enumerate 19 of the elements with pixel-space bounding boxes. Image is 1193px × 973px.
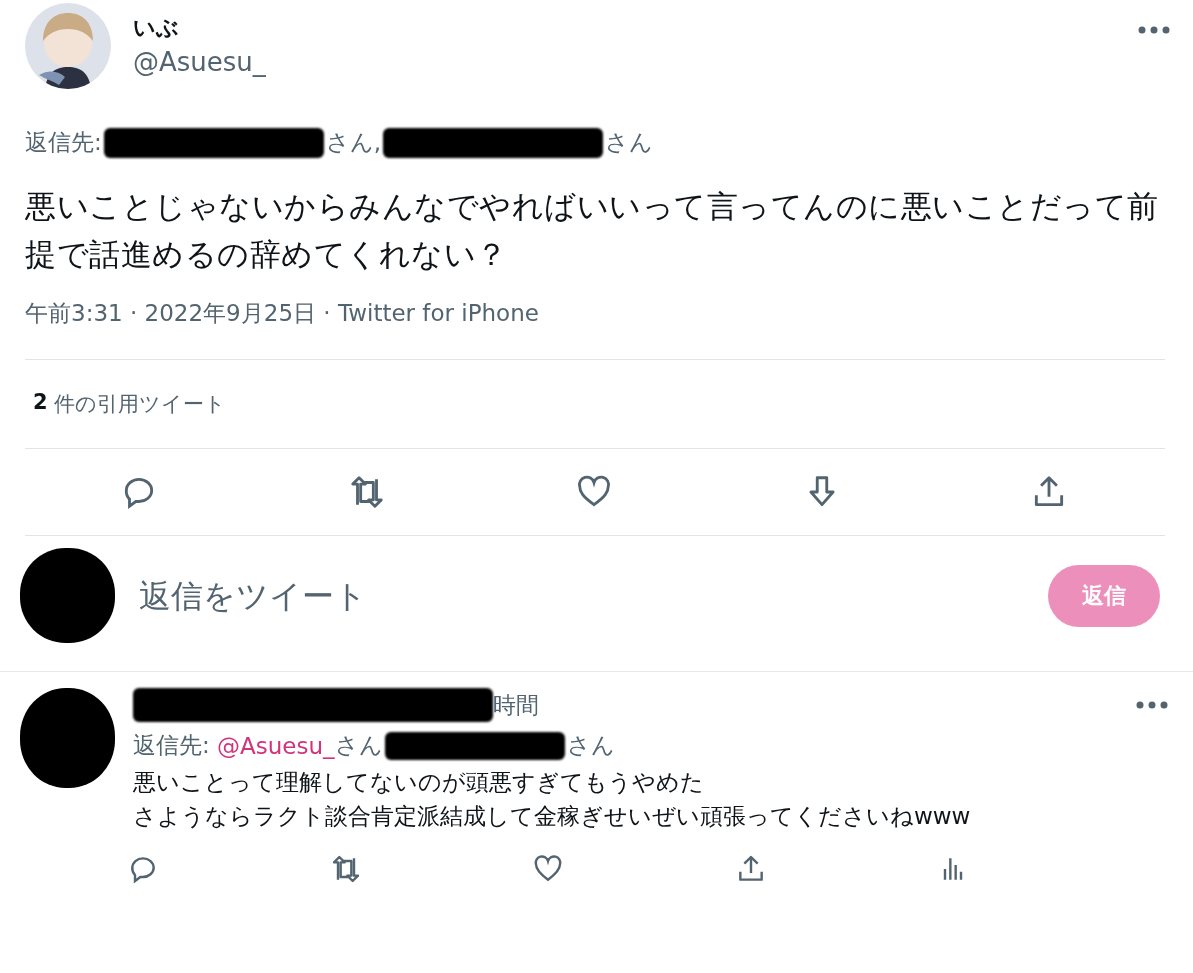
reply-to-label: 返信先: [133,731,211,760]
user-handle: @Asuesu_ [133,47,266,77]
mention-link[interactable]: @Asuesu_ [217,732,335,759]
reply-to-label: 返信先: [25,128,102,157]
tweet-timestamp: 午前3:31 · 2022年9月25日 · Twitter for iPhone [25,298,1165,360]
tweet-text: 悪いことじゃないからみんなでやればいいって言ってんのに悪いことだって前提で話進めるの辞めてくれない？ [25,187,1160,274]
quote-label[interactable]: 件の引用ツイート [53,390,226,418]
reply-text: 悪いことって理解してないのが頭悪すぎてもうやめた [133,768,705,797]
reply-text: さようならラクト談合肯定派結成して金稼ぎせいぜい頑張ってくださいねwww [133,802,972,831]
more-icon[interactable] [1135,700,1169,710]
reply-input[interactable]: 返信をツイート [137,575,1048,616]
quote-count[interactable]: 2 [33,390,48,418]
reply-to-text: さん [605,128,654,157]
reply-to-text: さん [566,731,615,760]
more-icon[interactable] [1137,25,1171,35]
reply-to-text: さん, [325,128,382,157]
reply-time: 時間 [493,690,539,720]
display-name: いぶ [133,14,180,42]
reply-to-text: さん [334,731,383,758]
